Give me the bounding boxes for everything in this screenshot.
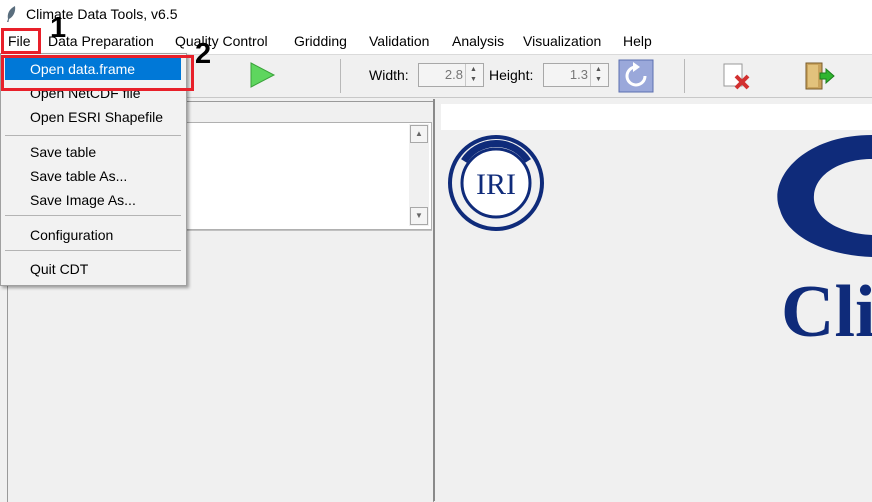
scroll-up-icon[interactable]: ▲ bbox=[410, 125, 428, 143]
width-spinbox[interactable]: 2.8 ▲ ▼ bbox=[418, 63, 484, 87]
annotation-step-2: 2 bbox=[195, 38, 212, 70]
height-spinbox[interactable]: 1.3 ▲ ▼ bbox=[543, 63, 609, 87]
menu-gridding[interactable]: Gridding bbox=[294, 33, 347, 49]
menu-analysis[interactable]: Analysis bbox=[452, 33, 504, 49]
height-value[interactable]: 1.3 bbox=[570, 67, 588, 82]
height-label: Height: bbox=[489, 67, 534, 83]
menu-bar: File Data Preparation Quality Control Gr… bbox=[0, 30, 872, 55]
toolbar-separator bbox=[340, 59, 341, 93]
height-spin-arrows[interactable]: ▲ ▼ bbox=[590, 64, 608, 86]
iri-logo-text: IRI bbox=[476, 168, 516, 201]
width-spin-arrows[interactable]: ▲ ▼ bbox=[465, 64, 483, 86]
window-title: Climate Data Tools, v6.5 bbox=[26, 6, 178, 22]
menu-separator bbox=[5, 250, 181, 251]
toolbar-separator bbox=[684, 59, 685, 93]
menu-save-table-as[interactable]: Save table As... bbox=[30, 168, 127, 184]
menu-validation[interactable]: Validation bbox=[369, 33, 429, 49]
iri-logo: IRI bbox=[446, 133, 546, 236]
annotation-step-1: 1 bbox=[50, 12, 67, 44]
play-icon[interactable] bbox=[248, 61, 276, 92]
spin-up-icon[interactable]: ▲ bbox=[470, 66, 477, 73]
vertical-scrollbar[interactable]: ▲ ▼ bbox=[409, 124, 429, 226]
title-bar: Climate Data Tools, v6.5 bbox=[0, 0, 872, 30]
annotation-box-file bbox=[1, 28, 41, 54]
annotation-box-open-dataframe bbox=[1, 55, 194, 91]
cdt-logo-arc bbox=[772, 135, 872, 268]
menu-visualization[interactable]: Visualization bbox=[523, 33, 601, 49]
list-box[interactable] bbox=[185, 122, 432, 230]
cdt-headline: Cli bbox=[781, 271, 872, 353]
spin-up-icon[interactable]: ▲ bbox=[595, 66, 602, 73]
width-label: Width: bbox=[369, 67, 409, 83]
width-value[interactable]: 2.8 bbox=[445, 67, 463, 82]
spin-down-icon[interactable]: ▼ bbox=[470, 76, 477, 83]
spin-down-icon[interactable]: ▼ bbox=[595, 76, 602, 83]
close-document-icon[interactable] bbox=[722, 62, 754, 95]
menu-save-image-as[interactable]: Save Image As... bbox=[30, 192, 136, 208]
scroll-down-icon[interactable]: ▼ bbox=[410, 207, 428, 225]
menu-quality-control[interactable]: Quality Control bbox=[175, 33, 268, 49]
tab-strip bbox=[441, 104, 872, 130]
menu-separator bbox=[5, 215, 181, 216]
exit-door-icon[interactable] bbox=[804, 62, 836, 93]
menu-help[interactable]: Help bbox=[623, 33, 652, 49]
menu-separator bbox=[5, 135, 181, 136]
menu-configuration[interactable]: Configuration bbox=[30, 227, 113, 243]
menu-save-table[interactable]: Save table bbox=[30, 144, 96, 160]
feather-icon bbox=[4, 5, 18, 26]
menu-open-shapefile[interactable]: Open ESRI Shapefile bbox=[30, 109, 163, 125]
refresh-icon[interactable] bbox=[618, 59, 654, 96]
menu-quit[interactable]: Quit CDT bbox=[30, 261, 88, 277]
